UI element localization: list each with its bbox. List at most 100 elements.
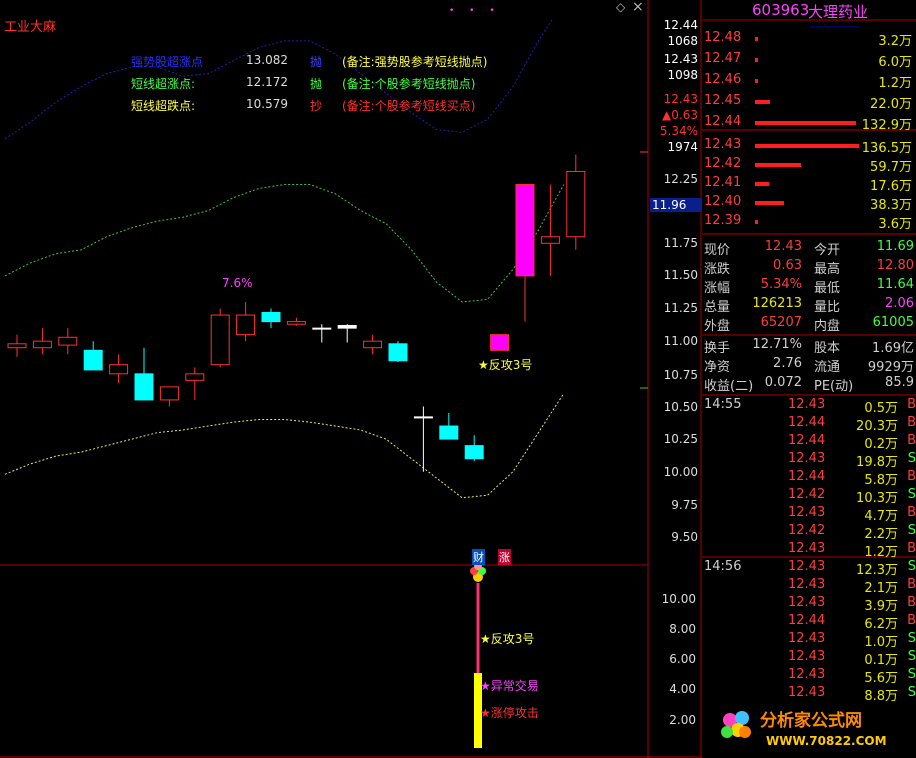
stat-label: 量比 — [814, 300, 841, 315]
sub-tick: 10.00 — [661, 592, 696, 606]
stat-row: 总量 126213 量比 2.06 — [702, 296, 916, 315]
stat-label: 涨幅 — [704, 281, 731, 296]
bid-row[interactable]: 12.41 17.6万 — [702, 175, 916, 194]
tick-row[interactable]: 12.43 5.6万 S — [702, 667, 916, 686]
stat-label: 收益(二) — [704, 379, 754, 394]
tick-row[interactable]: 12.44 6.2万 B — [702, 613, 916, 632]
candle-body — [490, 334, 510, 351]
stat-row: 收益(二) 0.072 PE(动) 85.9 — [702, 375, 916, 394]
tick-row[interactable]: 12.44 0.2万 B — [702, 433, 916, 452]
tick-price: 12.42 — [788, 523, 826, 538]
tick-volume: 10.3万 — [856, 491, 898, 506]
bid-depth-bar — [755, 144, 859, 148]
candle-body — [286, 321, 306, 325]
sub-tick: 8.00 — [669, 622, 696, 636]
tick-row[interactable]: 12.43 0.1万 S — [702, 649, 916, 668]
price-tick: ▲0.63 — [662, 108, 698, 122]
stat-value: 9929万 — [867, 360, 914, 375]
ask-row[interactable]: 12.44 132.9万 — [702, 114, 916, 133]
legend-value: 10.579 — [246, 97, 288, 111]
tick-direction: S — [907, 523, 916, 538]
price-tick: 11.50 — [663, 268, 698, 282]
stat-label: PE(动) — [814, 379, 854, 394]
tick-row[interactable]: 12.42 2.2万 S — [702, 523, 916, 542]
bid-volume: 136.5万 — [861, 141, 912, 156]
stat-row: 外盘 65207 内盘 61005 — [702, 315, 916, 334]
band-mid-line — [4, 184, 565, 303]
ask-row[interactable]: 12.45 22.0万 — [702, 93, 916, 112]
tick-row[interactable]: 12.43 4.7万 B — [702, 505, 916, 524]
limit-up-badge[interactable]: 涨 — [498, 549, 511, 565]
tick-row[interactable]: 12.44 20.3万 B — [702, 415, 916, 434]
ask-price: 12.48 — [704, 30, 742, 45]
tick-row[interactable]: 12.43 8.8万 S — [702, 685, 916, 704]
tick-row[interactable]: 12.43 1.2万 B — [702, 541, 916, 560]
stat-value: 12.80 — [876, 258, 914, 273]
tick-row[interactable]: 12.42 10.3万 S — [702, 487, 916, 506]
tick-volume: 20.3万 — [856, 419, 898, 434]
tick-direction: S — [907, 667, 916, 682]
ask-volume: 6.0万 — [878, 55, 912, 70]
tick-volume: 3.9万 — [864, 599, 898, 614]
bid-row[interactable]: 12.42 59.7万 — [702, 156, 916, 175]
bid-row[interactable]: 12.40 38.3万 — [702, 194, 916, 213]
candle-body — [464, 445, 484, 460]
sub-tick: 6.00 — [669, 652, 696, 666]
price-tick: 1098 — [667, 68, 698, 82]
tick-row[interactable]: 12.43 3.9万 B — [702, 595, 916, 614]
candle-body — [159, 386, 179, 401]
price-tick: 10.75 — [663, 368, 698, 382]
legend-tag: 抛 — [310, 55, 323, 69]
tick-volume: 19.8万 — [856, 455, 898, 470]
stat-label: 最低 — [814, 281, 841, 296]
tick-volume: 8.8万 — [864, 689, 898, 704]
tick-row[interactable]: 14:56 12.43 12.3万 S — [702, 559, 916, 578]
indicator-title: 工业大麻 — [4, 20, 57, 35]
stat-row: 净资 2.76 流通 9929万 — [702, 356, 916, 375]
candle-body — [236, 314, 256, 336]
candle-body — [109, 364, 129, 375]
stat-value: 0.63 — [773, 258, 802, 273]
tick-volume: 12.3万 — [856, 563, 898, 578]
tick-row[interactable]: 12.43 1.0万 S — [702, 631, 916, 650]
watermark-url: WWW.70822.COM — [766, 734, 887, 748]
fangong-signal-sub: ★反攻3号 — [480, 632, 535, 646]
price-tick: 9.75 — [671, 498, 698, 512]
stat-label: 净资 — [704, 360, 731, 375]
price-tick: 9.50 — [671, 530, 698, 544]
tick-direction: B — [907, 415, 916, 430]
price-tick: 10.25 — [663, 432, 698, 446]
ask-row[interactable]: 12.46 1.2万 — [702, 72, 916, 91]
tick-direction: S — [907, 649, 916, 664]
bid-row[interactable]: 12.43 136.5万 — [702, 137, 916, 156]
finance-badge[interactable]: 财 — [472, 549, 485, 565]
bid-row[interactable]: 12.39 3.6万 — [702, 213, 916, 232]
tick-direction: S — [907, 559, 916, 574]
price-tick: 11.25 — [663, 301, 698, 315]
tick-price: 12.44 — [788, 433, 826, 448]
tick-price: 12.44 — [788, 415, 826, 430]
tick-row[interactable]: 12.43 2.1万 B — [702, 577, 916, 596]
stat-row: 涨跌 0.63 最高 12.80 — [702, 258, 916, 277]
tick-direction: B — [907, 505, 916, 520]
stat-value: 5.34% — [760, 277, 802, 292]
tick-row[interactable]: 14:55 12.43 0.5万 B — [702, 397, 916, 416]
stat-value: 61005 — [872, 315, 914, 330]
tick-row[interactable]: 12.44 5.8万 B — [702, 469, 916, 488]
tick-volume: 0.1万 — [864, 653, 898, 668]
diamond-icon[interactable]: ◇ — [616, 0, 625, 14]
tick-price: 12.43 — [788, 595, 826, 610]
ask-depth-bar — [755, 79, 758, 83]
tick-price: 12.43 — [788, 667, 826, 682]
bid-depth-bar — [755, 182, 769, 186]
bid-volume: 17.6万 — [870, 179, 912, 194]
candle-body — [439, 425, 459, 440]
ask-volume: 3.2万 — [878, 34, 912, 49]
tick-row[interactable]: 12.43 19.8万 S — [702, 451, 916, 470]
ask-row[interactable]: 12.48 3.2万 — [702, 30, 916, 49]
ask-row[interactable]: 12.47 6.0万 — [702, 51, 916, 70]
tick-price: 12.43 — [788, 649, 826, 664]
price-tick: 10.00 — [663, 465, 698, 479]
close-icon[interactable]: × — [632, 0, 644, 15]
stat-value: 1.69亿 — [872, 341, 914, 356]
